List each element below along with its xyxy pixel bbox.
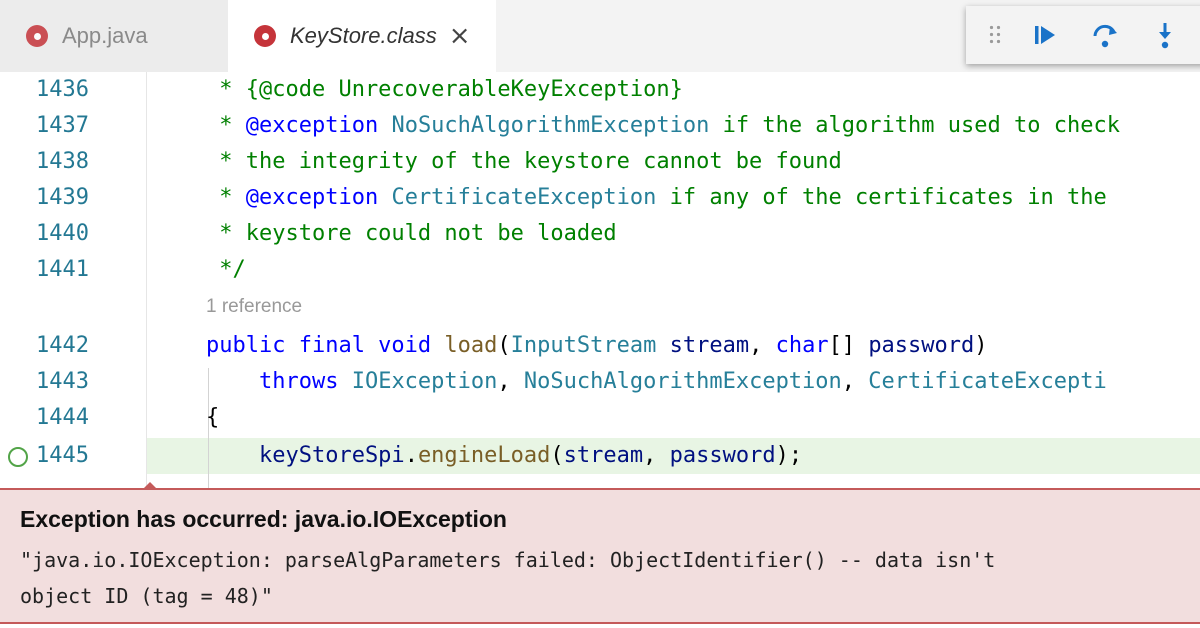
step-over-button[interactable] [1088, 18, 1122, 52]
code-token: if the algorithm used to check [709, 113, 1120, 138]
line-number: 1436 [36, 77, 89, 102]
code-token: @exception [245, 113, 379, 138]
step-over-icon [1093, 24, 1117, 48]
tab-keystore-class[interactable]: KeyStore.class × [228, 0, 496, 72]
code-line: 1437 * @exception NoSuchAlgorithmExcepti… [0, 108, 1200, 144]
code-token: throws [206, 369, 352, 394]
step-into-button[interactable] [1148, 18, 1182, 52]
code-token: , [497, 369, 524, 394]
line-number: 1442 [36, 333, 89, 358]
tab-label: App.java [62, 23, 148, 48]
breakpoint-icon[interactable] [8, 447, 28, 467]
code-token: public final void [206, 333, 445, 358]
code-token: CertificateExcepti [868, 369, 1107, 394]
code-token: load [444, 333, 498, 358]
java-file-icon [254, 25, 276, 47]
code-token: stream [563, 443, 644, 468]
code-token: CertificateException [378, 185, 657, 210]
code-token: keyStoreSpi [206, 443, 405, 468]
code-token: NoSuchAlgorithmException [378, 113, 710, 138]
code-token: ( [497, 333, 511, 358]
code-token: * {@code UnrecoverableKeyException} [206, 77, 683, 102]
exception-pointer [142, 482, 158, 490]
code-text: * keystore could not be loaded [206, 216, 617, 252]
code-line: 1439 * @exception CertificateException i… [0, 180, 1200, 216]
line-number: 1440 [36, 221, 89, 246]
code-token: ); [775, 443, 803, 468]
code-text: * @exception CertificateException if any… [206, 180, 1107, 216]
code-line: 1438 * the integrity of the keystore can… [0, 144, 1200, 180]
debug-toolbar [966, 6, 1200, 64]
code-token: * the integrity of the keystore cannot b… [206, 149, 842, 174]
code-line: 1440 * keystore could not be loaded [0, 216, 1200, 252]
code-text: keyStoreSpi.engineLoad(stream, password)… [206, 438, 802, 474]
code-token: password [868, 333, 975, 358]
code-token: if any of the certificates in the [656, 185, 1107, 210]
line-number: 1437 [36, 113, 89, 138]
exception-message-line: "java.io.IOException: parseAlgParameters… [20, 548, 996, 572]
code-text: throws IOException, NoSuchAlgorithmExcep… [206, 364, 1107, 400]
code-text: public final void load(InputStream strea… [206, 328, 988, 364]
close-icon[interactable]: × [449, 21, 471, 51]
code-token: * [206, 185, 246, 210]
code-line: 1444 { [0, 400, 1200, 436]
code-token: stream [656, 333, 750, 358]
editor-tab-bar: App.java KeyStore.class × [0, 0, 1200, 72]
code-token: * keystore could not be loaded [206, 221, 617, 246]
tab-label: KeyStore.class [290, 23, 437, 48]
code-text: * the integrity of the keystore cannot b… [206, 144, 842, 180]
code-token: NoSuchAlgorithmException [523, 369, 842, 394]
continue-icon [1035, 26, 1055, 44]
code-token: char [775, 333, 829, 358]
step-into-icon [1159, 23, 1171, 49]
code-token: , [643, 443, 670, 468]
code-text: * {@code UnrecoverableKeyException} [206, 72, 683, 108]
line-number: 1438 [36, 149, 89, 174]
line-number: 1444 [36, 405, 89, 430]
codelens-references[interactable]: 1 reference [206, 296, 302, 318]
code-text: { [206, 400, 219, 436]
code-text: * @exception NoSuchAlgorithmException if… [206, 108, 1120, 144]
java-file-icon [26, 25, 48, 47]
exception-title: Exception has occurred: java.io.IOExcept… [20, 506, 507, 532]
code-token: ( [550, 443, 564, 468]
code-line-current: 1445 keyStoreSpi.engineLoad(stream, pass… [0, 438, 1200, 474]
line-number: 1439 [36, 185, 89, 210]
code-line: 1442 public final void load(InputStream … [0, 328, 1200, 364]
code-token: InputStream [510, 333, 657, 358]
code-token: engineLoad [417, 443, 551, 468]
code-token: IOException [351, 369, 498, 394]
code-token: @exception [245, 185, 379, 210]
tab-app-java[interactable]: App.java [0, 0, 228, 72]
drag-handle-icon[interactable] [988, 24, 1002, 46]
code-token: { [206, 405, 220, 430]
code-token: , [841, 369, 869, 394]
line-number: 1445 [36, 443, 89, 468]
line-number: 1443 [36, 369, 89, 394]
exception-widget: Exception has occurred: java.io.IOExcept… [0, 482, 1200, 624]
code-token: ) [974, 333, 988, 358]
line-number: 1441 [36, 257, 89, 282]
code-token: */ [206, 257, 246, 282]
exception-message: "java.io.IOException: parseAlgParameters… [20, 542, 995, 614]
code-token: . [404, 443, 418, 468]
code-token: password [669, 443, 776, 468]
code-token: [] [828, 333, 869, 358]
code-token: , [749, 333, 776, 358]
exception-message-line: object ID (tag = 48)" [20, 584, 273, 608]
continue-button[interactable] [1028, 18, 1062, 52]
code-token: * [206, 113, 246, 138]
code-line: 1443 throws IOException, NoSuchAlgorithm… [0, 364, 1200, 400]
code-editor[interactable]: 1436 * {@code UnrecoverableKeyException}… [0, 72, 1200, 488]
code-text: */ [206, 252, 246, 288]
code-line: 1436 * {@code UnrecoverableKeyException} [0, 72, 1200, 108]
code-line: 1441 */ [0, 252, 1200, 288]
